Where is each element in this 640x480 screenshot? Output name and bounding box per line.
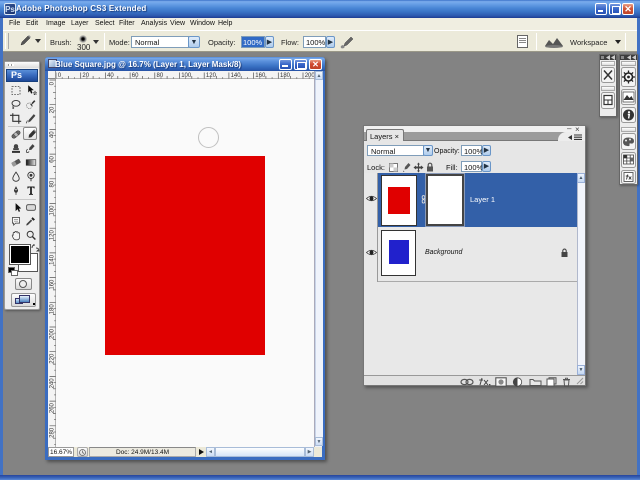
svg-text:180: 180 <box>280 73 291 79</box>
svg-text:160: 160 <box>50 279 56 290</box>
svg-text:200: 200 <box>305 73 314 79</box>
svg-text:120: 120 <box>206 73 217 79</box>
svg-text:160: 160 <box>255 73 266 79</box>
svg-text:180: 180 <box>50 304 56 315</box>
svg-text:100: 100 <box>50 205 56 216</box>
svg-text:40: 40 <box>107 73 114 79</box>
svg-text:140: 140 <box>50 254 56 265</box>
svg-text:80: 80 <box>50 180 56 187</box>
svg-text:120: 120 <box>50 230 56 241</box>
svg-text:140: 140 <box>231 73 242 79</box>
svg-text:60: 60 <box>50 155 56 162</box>
svg-text:60: 60 <box>132 73 139 79</box>
svg-text:240: 240 <box>50 378 56 389</box>
svg-text:280: 280 <box>50 427 56 438</box>
svg-text:20: 20 <box>82 73 89 79</box>
svg-text:220: 220 <box>50 353 56 364</box>
svg-text:100: 100 <box>181 73 192 79</box>
svg-text:80: 80 <box>157 73 164 79</box>
svg-text:40: 40 <box>50 131 56 138</box>
svg-text:200: 200 <box>50 328 56 339</box>
svg-text:20: 20 <box>50 106 56 113</box>
svg-text:260: 260 <box>50 402 56 413</box>
